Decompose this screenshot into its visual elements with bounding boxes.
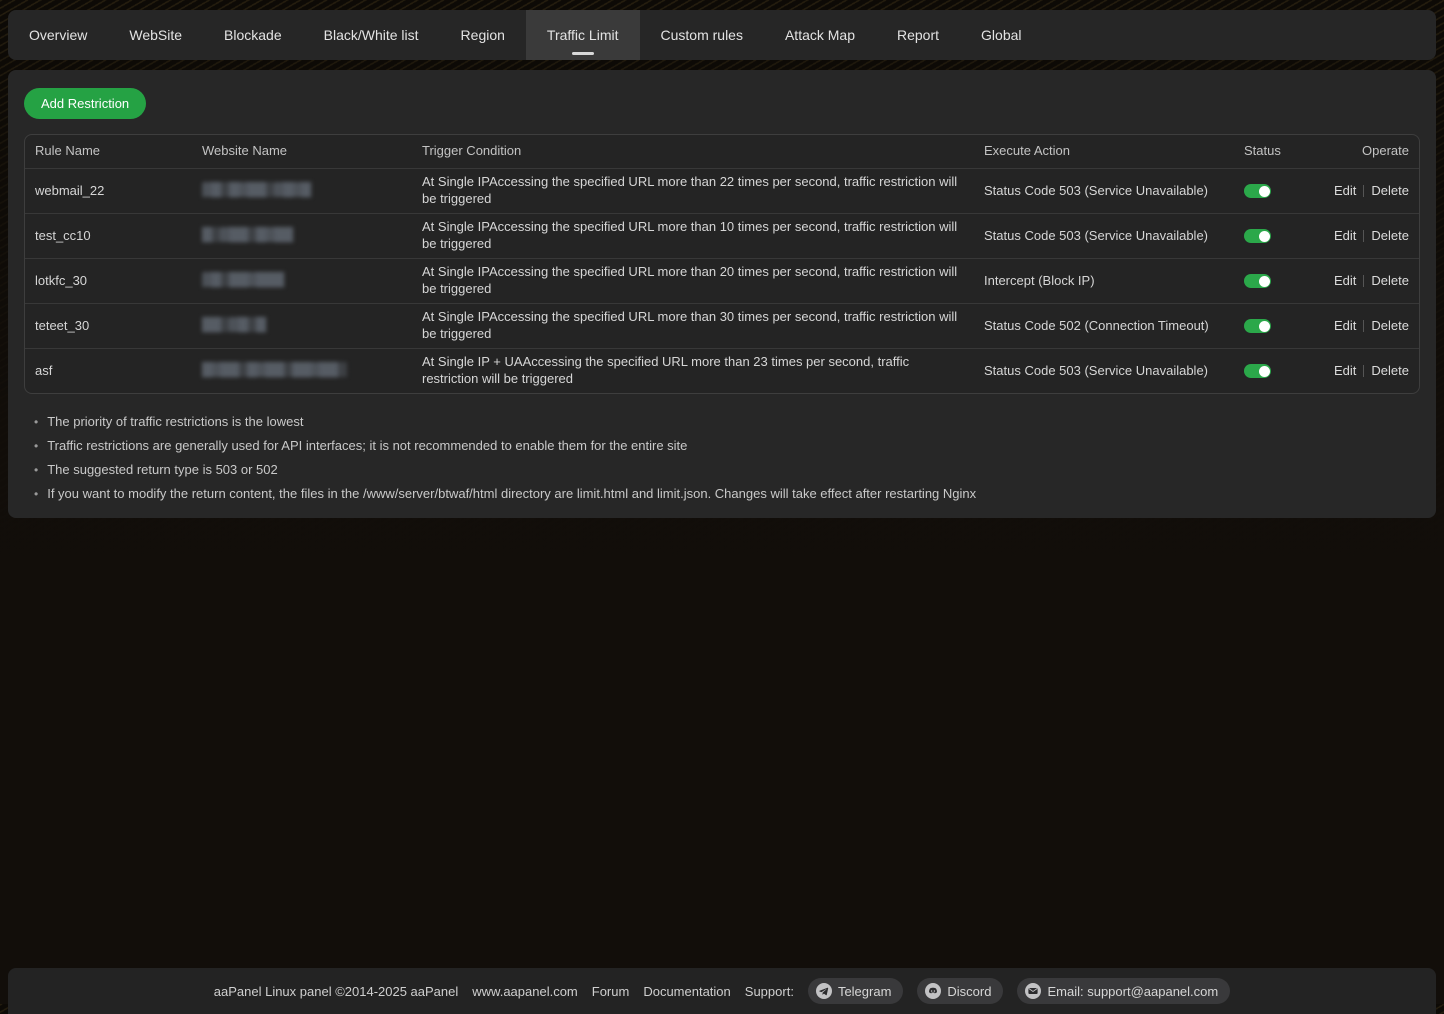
- edit-link[interactable]: Edit: [1334, 273, 1356, 288]
- tab-region[interactable]: Region: [440, 10, 526, 60]
- discord-icon: [925, 983, 941, 999]
- website-name-redacted: ██▒▓█▒█: [202, 318, 265, 335]
- note-item: • The suggested return type is 503 or 50…: [34, 458, 1420, 482]
- footer-bar: aaPanel Linux panel ©2014-2025 aaPanel w…: [8, 968, 1436, 1014]
- telegram-button[interactable]: Telegram: [808, 978, 903, 1004]
- tab-traffic-limit-label: Traffic Limit: [547, 27, 619, 43]
- delete-link[interactable]: Delete: [1371, 228, 1409, 243]
- traffic-limit-panel: Add Restriction Rule Name Website Name T…: [8, 70, 1436, 518]
- discord-button[interactable]: Discord: [917, 978, 1003, 1004]
- trigger-condition: At Single IPAccessing the specified URL …: [412, 219, 974, 253]
- footer-documentation-link[interactable]: Documentation: [643, 984, 730, 999]
- tab-traffic-limit[interactable]: Traffic Limit: [526, 10, 640, 60]
- traffic-rules-table: Rule Name Website Name Trigger Condition…: [24, 134, 1420, 394]
- table-header-row: Rule Name Website Name Trigger Condition…: [25, 135, 1419, 168]
- footer-website-link[interactable]: www.aapanel.com: [472, 984, 578, 999]
- trigger-condition: At Single IPAccessing the specified URL …: [412, 264, 974, 298]
- status-toggle[interactable]: [1244, 274, 1271, 288]
- status-toggle[interactable]: [1244, 184, 1271, 198]
- add-restriction-button[interactable]: Add Restriction: [24, 88, 146, 119]
- status-toggle[interactable]: [1244, 319, 1271, 333]
- bullet-dot: •: [34, 410, 38, 434]
- note-item: • Traffic restrictions are generally use…: [34, 434, 1420, 458]
- website-name-redacted: █▒▓██▒█▓██: [202, 228, 292, 245]
- tab-global[interactable]: Global: [960, 10, 1042, 60]
- tab-website[interactable]: WebSite: [108, 10, 203, 60]
- rule-name: webmail_22: [25, 183, 192, 200]
- header-status: Status: [1234, 143, 1321, 160]
- tab-report[interactable]: Report: [876, 10, 960, 60]
- table-row: teteet_30 ██▒▓█▒█ At Single IPAccessing …: [25, 303, 1419, 348]
- tab-black-white-list[interactable]: Black/White list: [303, 10, 440, 60]
- footer-forum-link[interactable]: Forum: [592, 984, 630, 999]
- rule-name: lotkfc_30: [25, 273, 192, 290]
- bullet-dot: •: [34, 458, 38, 482]
- website-name-redacted: ▓█▒██▓███: [202, 273, 283, 290]
- execute-action: Status Code 503 (Service Unavailable): [974, 228, 1234, 245]
- bullet-dot: •: [34, 434, 38, 458]
- delete-link[interactable]: Delete: [1371, 273, 1409, 288]
- bullet-dot: •: [34, 482, 38, 506]
- rule-name: asf: [25, 363, 192, 380]
- rule-name: teteet_30: [25, 318, 192, 335]
- delete-link[interactable]: Delete: [1371, 183, 1409, 198]
- execute-action: Status Code 503 (Service Unavailable): [974, 183, 1234, 200]
- table-row: lotkfc_30 ▓█▒██▓███ At Single IPAccessin…: [25, 258, 1419, 303]
- execute-action: Status Code 503 (Service Unavailable): [974, 363, 1234, 380]
- notes-list: • The priority of traffic restrictions i…: [34, 410, 1420, 506]
- waf-tab-bar: Overview WebSite Blockade Black/White li…: [8, 10, 1436, 60]
- discord-label: Discord: [947, 984, 991, 999]
- trigger-condition: At Single IPAccessing the specified URL …: [412, 309, 974, 343]
- delete-link[interactable]: Delete: [1371, 363, 1409, 378]
- email-icon: [1025, 983, 1041, 999]
- note-item: • If you want to modify the return conte…: [34, 482, 1420, 506]
- telegram-icon: [816, 983, 832, 999]
- header-rule-name: Rule Name: [25, 143, 192, 160]
- trigger-condition: At Single IPAccessing the specified URL …: [412, 174, 974, 208]
- email-label: Email: support@aapanel.com: [1047, 984, 1218, 999]
- operate-divider: [1363, 185, 1364, 197]
- delete-link[interactable]: Delete: [1371, 318, 1409, 333]
- edit-link[interactable]: Edit: [1334, 363, 1356, 378]
- footer-support-label: Support:: [745, 984, 794, 999]
- note-text: The suggested return type is 503 or 502: [47, 458, 278, 482]
- note-text: If you want to modify the return content…: [47, 482, 976, 506]
- operate-divider: [1363, 365, 1364, 377]
- note-text: Traffic restrictions are generally used …: [47, 434, 687, 458]
- table-row: test_cc10 █▒▓██▒█▓██ At Single IPAccessi…: [25, 213, 1419, 258]
- header-trigger-condition: Trigger Condition: [412, 143, 974, 160]
- footer-copyright: aaPanel Linux panel ©2014-2025 aaPanel: [214, 984, 459, 999]
- operate-divider: [1363, 275, 1364, 287]
- note-item: • The priority of traffic restrictions i…: [34, 410, 1420, 434]
- table-row: webmail_22 ▓█▒█▓██▒▓█▓█ At Single IPAcce…: [25, 168, 1419, 213]
- operate-divider: [1363, 320, 1364, 332]
- header-website-name: Website Name: [192, 143, 412, 160]
- telegram-label: Telegram: [838, 984, 891, 999]
- header-execute-action: Execute Action: [974, 143, 1234, 160]
- trigger-condition: At Single IP + UAAccessing the specified…: [412, 354, 974, 388]
- email-support-button[interactable]: Email: support@aapanel.com: [1017, 978, 1230, 1004]
- tab-blockade[interactable]: Blockade: [203, 10, 303, 60]
- tab-custom-rules[interactable]: Custom rules: [640, 10, 764, 60]
- status-toggle[interactable]: [1244, 229, 1271, 243]
- website-name-redacted: █▓██▒█▓██▒██▓██▒: [202, 363, 346, 380]
- edit-link[interactable]: Edit: [1334, 318, 1356, 333]
- execute-action: Intercept (Block IP): [974, 273, 1234, 290]
- note-text: The priority of traffic restrictions is …: [47, 410, 303, 434]
- website-name-redacted: ▓█▒█▓██▒▓█▓█: [202, 183, 310, 200]
- active-tab-underline: [572, 52, 594, 55]
- status-toggle[interactable]: [1244, 364, 1271, 378]
- edit-link[interactable]: Edit: [1334, 183, 1356, 198]
- tab-attack-map[interactable]: Attack Map: [764, 10, 876, 60]
- table-row: asf █▓██▒█▓██▒██▓██▒ At Single IP + UAAc…: [25, 348, 1419, 393]
- execute-action: Status Code 502 (Connection Timeout): [974, 318, 1234, 335]
- operate-divider: [1363, 230, 1364, 242]
- edit-link[interactable]: Edit: [1334, 228, 1356, 243]
- rule-name: test_cc10: [25, 228, 192, 245]
- tab-overview[interactable]: Overview: [8, 10, 108, 60]
- header-operate: Operate: [1321, 143, 1419, 160]
